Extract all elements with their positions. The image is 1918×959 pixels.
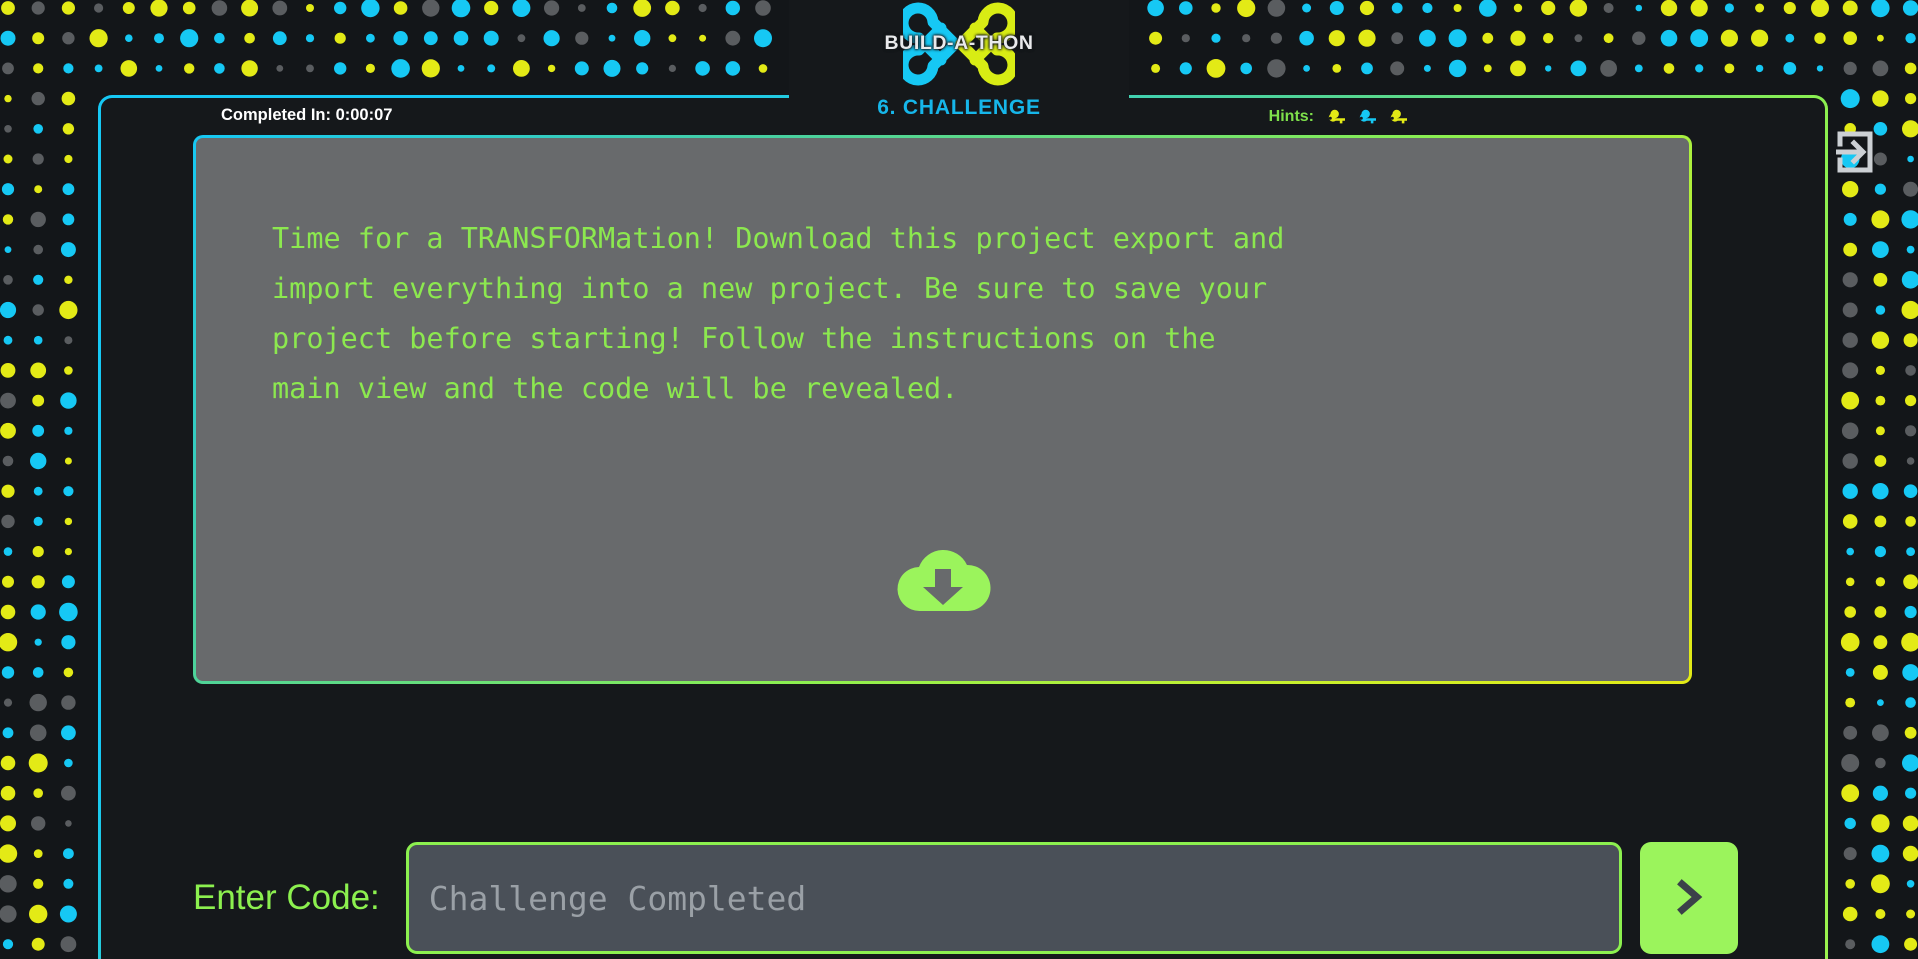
chevron-right-icon [1667,875,1711,922]
enter-code-label: Enter Code: [193,878,380,917]
hint-keys[interactable] [1323,106,1409,128]
completion-status: Completed In: 0:00:07 [221,106,393,124]
brand-logo-block: BUILD-A-THON 6. CHALLENGE [789,0,1129,132]
code-entry-row: Enter Code: [193,842,1738,954]
challenge-title: 6. CHALLENGE [877,96,1041,119]
hints-label: Hints: [1268,108,1314,125]
main-panel-inner: Completed In: 0:00:07 Hints: Time for a … [101,98,1825,959]
pinwheel-x-logo-icon: BUILD-A-THON [884,0,1033,90]
code-input[interactable] [405,842,1622,954]
cloud-download-icon[interactable] [894,543,992,620]
brand-wordmark: BUILD-A-THON [884,32,1034,54]
hints-area: Hints: [1269,106,1409,128]
hint-key-icon-3[interactable] [1385,106,1409,128]
app-root: BUILD-A-THON 6. CHALLENGE Completed In: … [0,0,1918,959]
challenge-content-box: Time for a TRANSFORMation! Download this… [193,135,1692,684]
challenge-instructions: Time for a TRANSFORMation! Download this… [272,222,1285,405]
hint-key-icon-2[interactable] [1354,106,1378,128]
hint-key-icon-1[interactable] [1323,106,1347,128]
challenge-content-inner: Time for a TRANSFORMation! Download this… [196,138,1689,681]
main-panel: Completed In: 0:00:07 Hints: Time for a … [98,95,1828,959]
submit-code-button[interactable] [1640,842,1738,954]
exit-arrow-icon[interactable] [1824,124,1880,180]
